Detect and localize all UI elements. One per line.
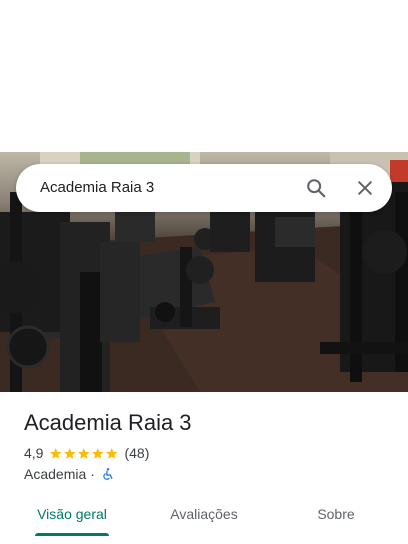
separator: · [90, 466, 95, 482]
star-icon [92, 447, 104, 459]
star-icon [64, 447, 76, 459]
category-row: Academia · [24, 464, 114, 484]
close-icon [358, 181, 372, 195]
close-button[interactable] [351, 174, 379, 202]
star-icon [106, 447, 118, 459]
rating-value: 4,9 [24, 445, 44, 461]
star-icon [50, 447, 62, 459]
tab-bar: Visão geral Avaliações Sobre [0, 496, 408, 536]
review-count[interactable]: (48) [124, 445, 149, 461]
search-icon [307, 179, 326, 198]
wheelchair-icon [103, 468, 113, 480]
rating-row[interactable]: 4,9 (48) [24, 443, 149, 463]
star-icon [78, 447, 90, 459]
tab-reviews[interactable]: Avaliações [156, 496, 252, 532]
tab-about[interactable]: Sobre [288, 496, 384, 532]
category-label: Academia [24, 466, 87, 482]
star-rating [49, 447, 119, 460]
tab-overview[interactable]: Visão geral [24, 496, 120, 532]
search-button[interactable] [302, 174, 330, 202]
search-bar[interactable]: Academia Raia 3 [16, 164, 392, 212]
place-title: Academia Raia 3 [24, 410, 192, 435]
search-input[interactable]: Academia Raia 3 [40, 164, 154, 212]
active-tab-indicator [35, 533, 109, 536]
map-area [0, 0, 408, 152]
